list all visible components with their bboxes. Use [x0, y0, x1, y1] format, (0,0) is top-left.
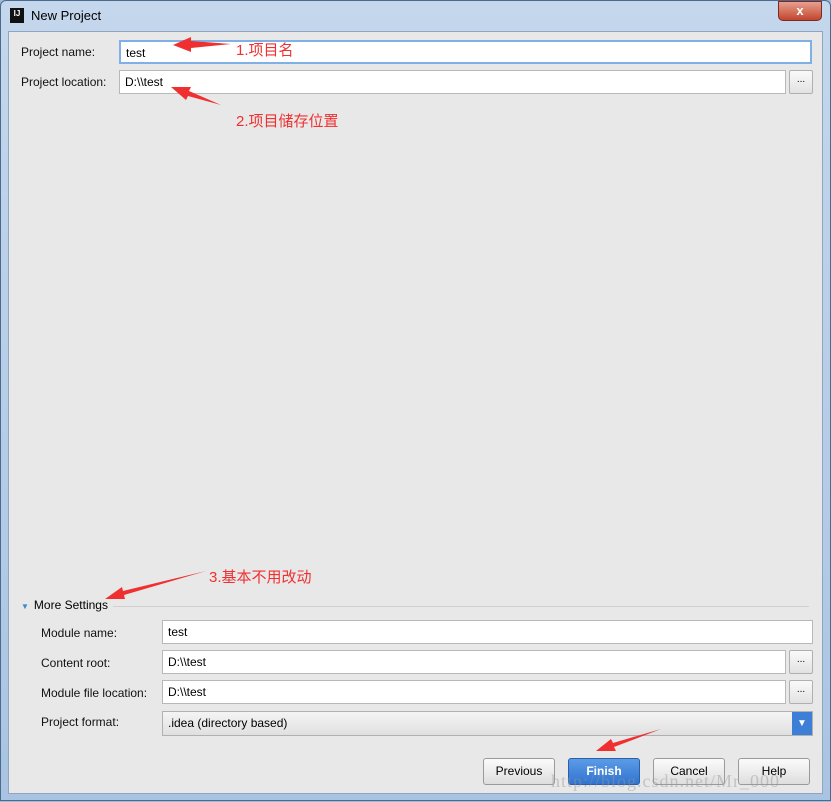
- annotation-arrows: [105, 37, 661, 751]
- arrow-1: [173, 37, 231, 52]
- watermark: http://blog.csdn.net/Mr_000: [551, 771, 780, 791]
- arrow-2: [171, 87, 221, 105]
- new-project-dialog: IJ New Project x Project name: test Proj…: [0, 0, 831, 801]
- arrow-4: [596, 729, 661, 751]
- arrow-3: [105, 571, 206, 599]
- annotation-2: 2.项目储存位置: [236, 113, 339, 130]
- annotation-3: 3.基本不用改动: [209, 569, 312, 586]
- annotation-1: 1.项目名: [236, 42, 294, 59]
